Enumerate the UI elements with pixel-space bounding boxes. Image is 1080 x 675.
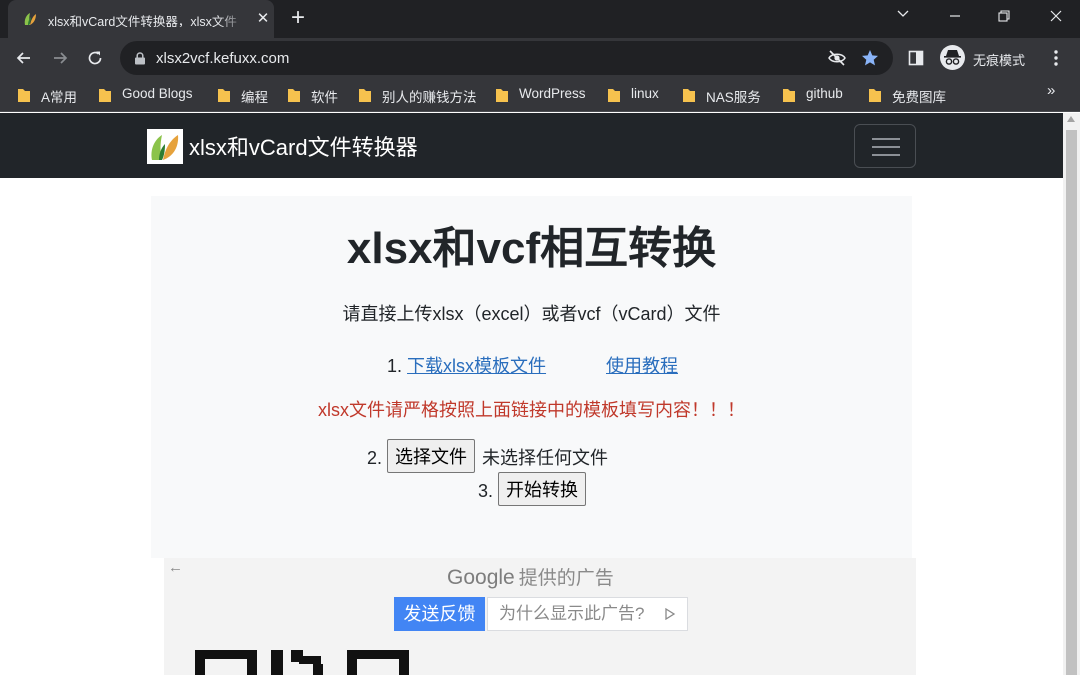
incognito-indicator[interactable]: 无痕模式 <box>938 43 1038 73</box>
step-2-number: 2. <box>367 448 383 468</box>
step-1: 1. 下载xlsx模板文件 <box>387 352 546 378</box>
ad-edge <box>151 558 164 675</box>
folder-icon <box>683 89 695 102</box>
adchoices-icon <box>665 608 676 620</box>
url-text[interactable]: xlsx2vcf.kefuxx.com <box>156 50 289 67</box>
folder-icon <box>496 89 508 102</box>
back-icon[interactable] <box>11 45 37 71</box>
browser-menu-icon[interactable] <box>1046 48 1066 68</box>
folder-icon <box>99 89 111 102</box>
tab-strip: xlsx和vCard文件转换器，xlsx文件 ✕ + <box>0 0 1080 38</box>
brand-name[interactable]: xlsx和vCard文件转换器 <box>189 130 418 162</box>
side-panel-icon[interactable] <box>903 45 929 71</box>
bookmark-label: A常用 <box>41 90 78 105</box>
restore-icon[interactable] <box>981 0 1027 34</box>
ad-provider-suffix: 提供的广告 <box>518 568 614 589</box>
site-favicon-icon <box>24 13 36 25</box>
forward-icon[interactable] <box>47 45 73 71</box>
start-convert-button[interactable]: 开始转换 <box>498 472 587 506</box>
reload-icon[interactable] <box>82 45 108 71</box>
bookmarks-bar: A常用 Good Blogs 编程 软件 别人的赚钱方法 WordPress l… <box>0 78 1080 112</box>
why-this-ad-label: 为什么显示此广告? <box>499 604 645 623</box>
ad-provider: Google 提供的广告 <box>447 563 614 590</box>
lock-icon[interactable] <box>134 52 146 65</box>
incognito-icon <box>940 45 965 70</box>
send-feedback-button[interactable]: 发送反馈 <box>394 597 485 631</box>
step-1-number: 1. <box>387 356 403 376</box>
hamburger-line <box>872 146 900 148</box>
folder-icon <box>288 89 300 102</box>
template-warning: xlsx文件请严格按照上面链接中的模板填写内容！！！ <box>318 400 745 420</box>
bookmark-label: linux <box>631 86 659 101</box>
bookmark-label: Good Blogs <box>122 86 193 101</box>
scroll-up-arrow-icon[interactable] <box>1067 116 1075 122</box>
folder-icon <box>869 89 881 102</box>
close-window-icon[interactable] <box>1033 0 1079 34</box>
site-navbar: xlsx和vCard文件转换器 <box>0 113 1063 178</box>
more-bookmarks-icon[interactable]: » <box>1047 82 1063 102</box>
choose-file-button[interactable]: 选择文件 <box>387 439 476 473</box>
bookmark-label: github <box>806 86 843 101</box>
hamburger-line <box>872 154 900 156</box>
no-file-selected-text: 未选择任何文件 <box>482 448 609 468</box>
ad-back-arrow-icon[interactable]: ← <box>168 559 183 576</box>
bookmark-label: 别人的赚钱方法 <box>382 90 477 105</box>
step-3: 3. 开始转换 <box>478 472 587 507</box>
folder-icon <box>608 89 620 102</box>
new-tab-icon[interactable]: + <box>286 6 310 31</box>
step-2: 2. 选择文件 未选择任何文件 <box>367 439 609 474</box>
brand-logo-icon[interactable] <box>147 129 183 164</box>
tab-close-icon[interactable]: ✕ <box>254 10 272 28</box>
eye-slash-icon[interactable] <box>827 50 847 66</box>
bookmark-label: 软件 <box>311 90 338 105</box>
qr-code-image <box>195 650 409 675</box>
browser-tab-active[interactable]: xlsx和vCard文件转换器，xlsx文件 ✕ <box>8 0 274 38</box>
tab-title-fade <box>218 8 248 30</box>
page-scrollbar[interactable] <box>1063 113 1080 675</box>
folder-icon <box>18 89 30 102</box>
page-viewport: xlsx和vCard文件转换器 xlsx和vcf相互转换 请直接上传xlsx（e… <box>0 113 1080 675</box>
tab-title: xlsx和vCard文件转换器，xlsx文件 <box>48 15 237 27</box>
tab-search-icon[interactable] <box>880 0 926 34</box>
folder-icon <box>783 89 795 102</box>
folder-icon <box>359 89 371 102</box>
browser-toolbar: xlsx2vcf.kefuxx.com 无痕模式 <box>0 38 1080 78</box>
address-bar[interactable]: xlsx2vcf.kefuxx.com <box>120 41 893 75</box>
bookmark-star-icon[interactable] <box>861 49 879 67</box>
why-this-ad-button[interactable]: 为什么显示此广告? <box>487 597 688 631</box>
converter-panel: xlsx和vcf相互转换 请直接上传xlsx（excel）或者vcf（vCard… <box>151 196 912 576</box>
hamburger-line <box>872 138 900 140</box>
minimize-icon[interactable] <box>932 0 978 34</box>
google-logo-text: Google <box>447 566 515 589</box>
bookmark-label: 编程 <box>241 90 268 105</box>
bookmark-label: 免费图库 <box>892 90 946 105</box>
page-title: xlsx和vcf相互转换 <box>346 224 717 273</box>
bookmark-label: WordPress <box>519 86 586 101</box>
incognito-label: 无痕模式 <box>973 53 1026 68</box>
upload-instructions: 请直接上传xlsx（excel）或者vcf（vCard）文件 <box>342 304 721 324</box>
scrollbar-thumb[interactable] <box>1066 130 1077 675</box>
download-template-link[interactable]: 下载xlsx模板文件 <box>407 356 546 376</box>
step-3-number: 3. <box>478 481 494 501</box>
navbar-toggle-button[interactable] <box>854 124 916 168</box>
google-ad-frame: ← Google 提供的广告 发送反馈 为什么显示此广告? <box>151 558 916 675</box>
tutorial-link[interactable]: 使用教程 <box>606 352 678 378</box>
bookmark-label: NAS服务 <box>706 90 761 105</box>
folder-icon <box>218 89 230 102</box>
